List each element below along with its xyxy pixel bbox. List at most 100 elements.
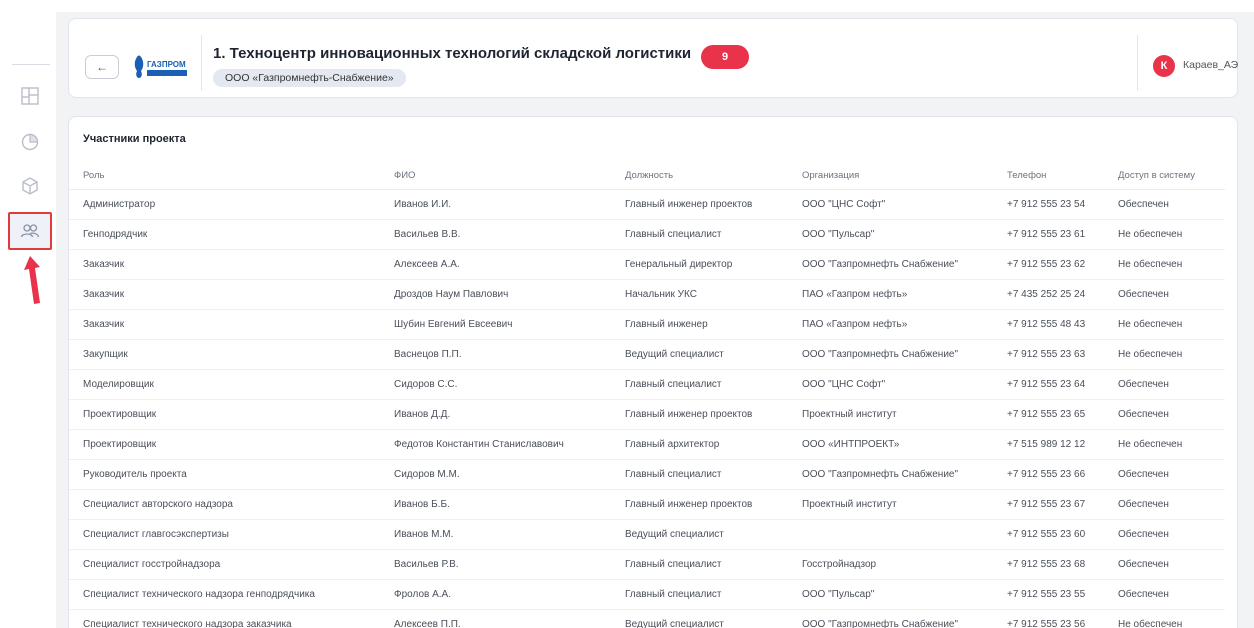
organization-cell: ООО "Пульсар"	[788, 219, 993, 250]
phone-cell: +7 912 555 48 43	[993, 309, 1104, 340]
header-divider	[201, 35, 202, 91]
avatar[interactable]: К	[1153, 55, 1175, 77]
sidebar-divider	[12, 64, 50, 65]
phone-cell: +7 912 555 23 68	[993, 549, 1104, 580]
organization-cell: ООО "Пульсар"	[788, 579, 993, 610]
organization-cell: Проектный институт	[788, 399, 993, 430]
role-cell: Специалист технического надзора заказчик…	[69, 609, 380, 628]
access-cell: Обеспечен	[1104, 459, 1225, 490]
position-cell: Ведущий специалист	[611, 609, 788, 628]
table-row[interactable]: Специалист авторского надзора Иванов Б.Б.…	[69, 489, 1225, 520]
organization-cell: ООО "Газпромнефть Снабжение"	[788, 459, 993, 490]
name-cell: Васнецов П.П.	[380, 339, 611, 370]
organization-cell	[788, 519, 993, 550]
table-row[interactable]: Моделировщик Сидоров С.С. Главный специали…	[69, 369, 1225, 400]
position-cell: Главный специалист	[611, 369, 788, 400]
table-row[interactable]: Специалист технического надзора заказчик…	[69, 609, 1225, 628]
organization-cell: ООО "ЦНС Софт"	[788, 189, 993, 220]
phone-cell: +7 435 252 25 24	[993, 279, 1104, 310]
phone-cell: +7 912 555 23 67	[993, 489, 1104, 520]
sidebar-item-participants[interactable]	[8, 212, 52, 250]
table-row[interactable]: Администратор Иванов И.И. Главный инженер …	[69, 189, 1225, 220]
phone-cell: +7 912 555 23 55	[993, 579, 1104, 610]
column-header-phone[interactable]: Телефон	[993, 163, 1104, 190]
name-cell: Сидоров М.М.	[380, 459, 611, 490]
organization-cell: Проектный институт	[788, 489, 993, 520]
name-cell: Сидоров С.С.	[380, 369, 611, 400]
role-cell: Специалист главгосэкспертизы	[69, 519, 380, 550]
table-row[interactable]: Заказчик Шубин Евгений Евсеевич Главный ин…	[69, 309, 1225, 340]
organization-cell: ООО "Газпромнефть Снабжение"	[788, 339, 993, 370]
phone-cell: +7 912 555 23 56	[993, 609, 1104, 628]
column-header-organization[interactable]: Организация	[788, 163, 993, 190]
sidebar-item-layout[interactable]	[18, 84, 42, 108]
phone-cell: +7 912 555 23 61	[993, 219, 1104, 250]
position-cell: Главный специалист	[611, 219, 788, 250]
role-cell: Заказчик	[69, 309, 380, 340]
table-row[interactable]: Закупщик Васнецов П.П. Ведущий специалист О…	[69, 339, 1225, 370]
position-cell: Главный специалист	[611, 549, 788, 580]
phone-cell: +7 515 989 12 12	[993, 429, 1104, 460]
project-header: ← ГАЗПРОМ 1. Техноцентр инновационных те…	[68, 18, 1238, 98]
role-cell: Специалист госстройнадзора	[69, 549, 380, 580]
phone-cell: +7 912 555 23 65	[993, 399, 1104, 430]
position-cell: Главный инженер	[611, 309, 788, 340]
organization-cell: ООО "ЦНС Софт"	[788, 369, 993, 400]
organization-chip: ООО «Газпромнефть-Снабжение»	[213, 69, 406, 87]
table-row[interactable]: Руководитель проекта Сидоров М.М. Главный …	[69, 459, 1225, 490]
table-row[interactable]: Проектировщик Иванов Д.Д. Главный инженер …	[69, 399, 1225, 430]
organization-cell: ПАО «Газпром нефть»	[788, 309, 993, 340]
header-divider-right	[1137, 35, 1138, 91]
position-cell: Главный инженер проектов	[611, 189, 788, 220]
user-name[interactable]: Караев_АЭ	[1183, 59, 1238, 71]
name-cell: Федотов Константин Станиславович	[380, 429, 611, 460]
position-cell: Главный инженер проектов	[611, 489, 788, 520]
name-cell: Иванов М.М.	[380, 519, 611, 550]
table-row[interactable]: Заказчик Алексеев А.А. Генеральный директо…	[69, 249, 1225, 280]
count-badge[interactable]: 9	[701, 45, 749, 69]
sidebar-item-analytics[interactable]	[18, 130, 42, 154]
name-cell: Шубин Евгений Евсеевич	[380, 309, 611, 340]
cube-icon	[22, 177, 38, 195]
name-cell: Алексеев А.А.	[380, 249, 611, 280]
position-cell: Начальник УКС	[611, 279, 788, 310]
name-cell: Иванов И.И.	[380, 189, 611, 220]
role-cell: Руководитель проекта	[69, 459, 380, 490]
access-cell: Обеспечен	[1104, 549, 1225, 580]
access-cell: Не обеспечен	[1104, 429, 1225, 460]
table-row[interactable]: Специалист технического надзора генподря…	[69, 579, 1225, 610]
table-row[interactable]: Специалист госстройнадзора Васильев Р.В. Г…	[69, 549, 1225, 580]
name-cell: Иванов Б.Б.	[380, 489, 611, 520]
role-cell: Специалист технического надзора генподря…	[69, 579, 380, 610]
column-header-name[interactable]: ФИО	[380, 163, 611, 190]
sidebar-item-objects[interactable]	[18, 174, 42, 198]
role-cell: Проектировщик	[69, 429, 380, 460]
name-cell: Васильев Р.В.	[380, 549, 611, 580]
position-cell: Генеральный директор	[611, 249, 788, 280]
phone-cell: +7 912 555 23 66	[993, 459, 1104, 490]
table-row[interactable]: Специалист главгосэкспертизы Иванов М.М. В…	[69, 519, 1225, 550]
role-cell: Моделировщик	[69, 369, 380, 400]
table-row[interactable]: Заказчик Дроздов Наум Павлович Начальник У…	[69, 279, 1225, 310]
column-header-access[interactable]: Доступ в систему	[1104, 163, 1225, 190]
table-row[interactable]: Генподрядчик Васильев В.В. Главный специал…	[69, 219, 1225, 250]
name-cell: Алексеев П.П.	[380, 609, 611, 628]
column-header-role[interactable]: Роль	[69, 163, 380, 190]
position-cell: Главный специалист	[611, 579, 788, 610]
role-cell: Специалист авторского надзора	[69, 489, 380, 520]
access-cell: Не обеспечен	[1104, 219, 1225, 250]
column-header-position[interactable]: Должность	[611, 163, 788, 190]
role-cell: Администратор	[69, 189, 380, 220]
name-cell: Фролов А.А.	[380, 579, 611, 610]
access-cell: Обеспечен	[1104, 579, 1225, 610]
table-row[interactable]: Проектировщик Федотов Константин Станисла…	[69, 429, 1225, 460]
role-cell: Генподрядчик	[69, 219, 380, 250]
role-cell: Проектировщик	[69, 399, 380, 430]
back-button[interactable]: ←	[85, 55, 119, 79]
pointer-arrow-icon	[24, 256, 40, 304]
svg-text:ГАЗПРОМ: ГАЗПРОМ	[147, 60, 186, 69]
organization-cell: ПАО «Газпром нефть»	[788, 279, 993, 310]
phone-cell: +7 912 555 23 64	[993, 369, 1104, 400]
access-cell: Обеспечен	[1104, 519, 1225, 550]
organization-cell: Госстройнадзор	[788, 549, 993, 580]
